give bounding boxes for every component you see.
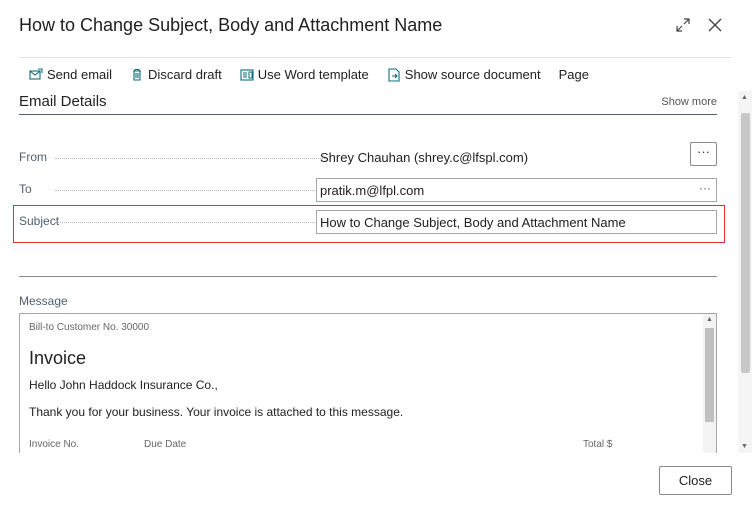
title-actions [674,16,724,34]
subject-label: Subject [19,214,60,228]
dialog-title: How to Change Subject, Body and Attachme… [19,15,443,35]
from-field-row: From Shrey Chauhan (shrey.c@lfspl.com) ·… [19,142,717,170]
subject-field-row: Subject How to Change Subject, Body and … [19,210,717,234]
from-dots [55,158,325,159]
show-source-document-button[interactable]: Show source document [378,59,550,91]
dialog-scrollbar[interactable]: ▲ ▼ [738,91,752,453]
message-editor[interactable]: Bill-to Customer No. 30000 Invoice Hello… [19,313,717,453]
body-text: Thank you for your business. Your invoic… [29,405,404,419]
from-label: From [19,150,47,164]
section-title: Email Details [19,93,107,110]
word-template-icon [240,68,254,82]
show-source-document-label: Show source document [404,67,541,82]
scroll-down-icon[interactable]: ▼ [741,443,748,450]
send-email-button[interactable]: Send email [19,59,121,91]
discard-draft-label: Discard draft [148,67,222,82]
to-value: pratik.m@lfpl.com [320,183,425,198]
to-input[interactable]: pratik.m@lfpl.com [316,178,717,202]
source-document-icon [387,67,401,82]
bill-to-text: Bill-to Customer No. 30000 [29,322,150,333]
message-scrollbar[interactable]: ▲ [703,314,716,453]
email-details-header: Email Details Show more [19,93,717,115]
from-value: Shrey Chauhan (shrey.c@lfspl.com) [320,150,529,165]
send-email-icon [29,67,43,82]
send-email-label: Send email [47,67,113,82]
use-word-template-label: Use Word template [257,67,369,82]
subject-input[interactable]: How to Change Subject, Body and Attachme… [316,210,717,234]
dialog-content: Email Details Show more From Shrey Chauh… [0,91,736,453]
action-bar: Send email Discard draft Use Word templa… [19,57,731,91]
subject-dots [55,222,325,223]
trash-icon [130,68,144,82]
column-invoice-no: Invoice No. [29,439,80,450]
to-dots [55,190,325,191]
to-label: To [19,182,32,196]
to-field-row: To pratik.m@lfpl.com ··· [19,178,717,202]
use-word-template-button[interactable]: Use Word template [231,59,378,91]
subject-value: How to Change Subject, Body and Attachme… [320,215,626,230]
greeting-text: Hello John Haddock Insurance Co., [29,378,218,392]
discard-draft-button[interactable]: Discard draft [121,59,231,91]
divider [19,276,717,277]
invoice-heading: Invoice [29,348,87,368]
page-menu-button[interactable]: Page [550,59,598,91]
message-scroll-thumb[interactable] [705,328,714,422]
close-icon[interactable] [706,16,724,34]
show-more-link[interactable]: Show more [661,96,717,108]
scroll-up-icon[interactable]: ▲ [741,94,748,101]
to-lookup-button[interactable]: ··· [699,181,711,195]
column-total: Total $ [583,439,613,450]
expand-icon[interactable] [674,16,692,34]
message-label: Message [19,294,68,308]
scroll-up-icon[interactable]: ▲ [706,316,713,323]
from-lookup-button[interactable]: ··· [690,142,717,166]
column-due-date: Due Date [144,439,187,450]
page-menu-label: Page [558,67,590,82]
dialog-scroll-thumb[interactable] [741,113,750,373]
close-button[interactable]: Close [659,466,732,495]
